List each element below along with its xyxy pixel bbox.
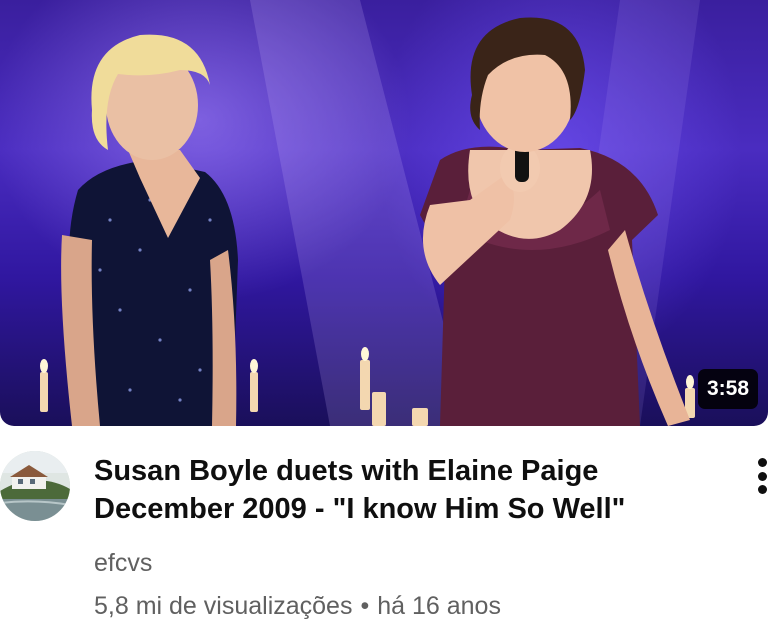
video-card[interactable]: 3:58 Susan Boyle duets with Elaine Paige…	[0, 0, 768, 644]
more-dot	[757, 471, 767, 481]
stats-separator: •	[360, 592, 370, 620]
video-title-line1: Susan Boyle duets with Elaine Paige	[94, 455, 599, 487]
more-dot	[757, 458, 767, 467]
upload-age: há 16 anos	[377, 592, 501, 620]
video-info: Susan Boyle duets with Elaine Paige Dece…	[94, 452, 714, 621]
video-thumbnail[interactable]: 3:58	[0, 0, 768, 426]
avatar-image	[0, 451, 70, 521]
channel-name[interactable]: efcvs	[94, 548, 714, 578]
channel-avatar[interactable]	[0, 451, 70, 521]
more-dot	[757, 485, 767, 494]
video-title-line2: December 2009 - "I know Him So Well"	[94, 493, 626, 525]
more-vertical-icon[interactable]	[756, 458, 768, 494]
view-count: 5,8 mi de visualizações	[94, 592, 353, 620]
video-stats: 5,8 mi de visualizações • há 16 anos	[94, 591, 714, 621]
video-title[interactable]: Susan Boyle duets with Elaine Paige Dece…	[94, 452, 714, 528]
thumbnail-image	[40, 0, 700, 426]
duration-badge: 3:58	[697, 369, 758, 409]
